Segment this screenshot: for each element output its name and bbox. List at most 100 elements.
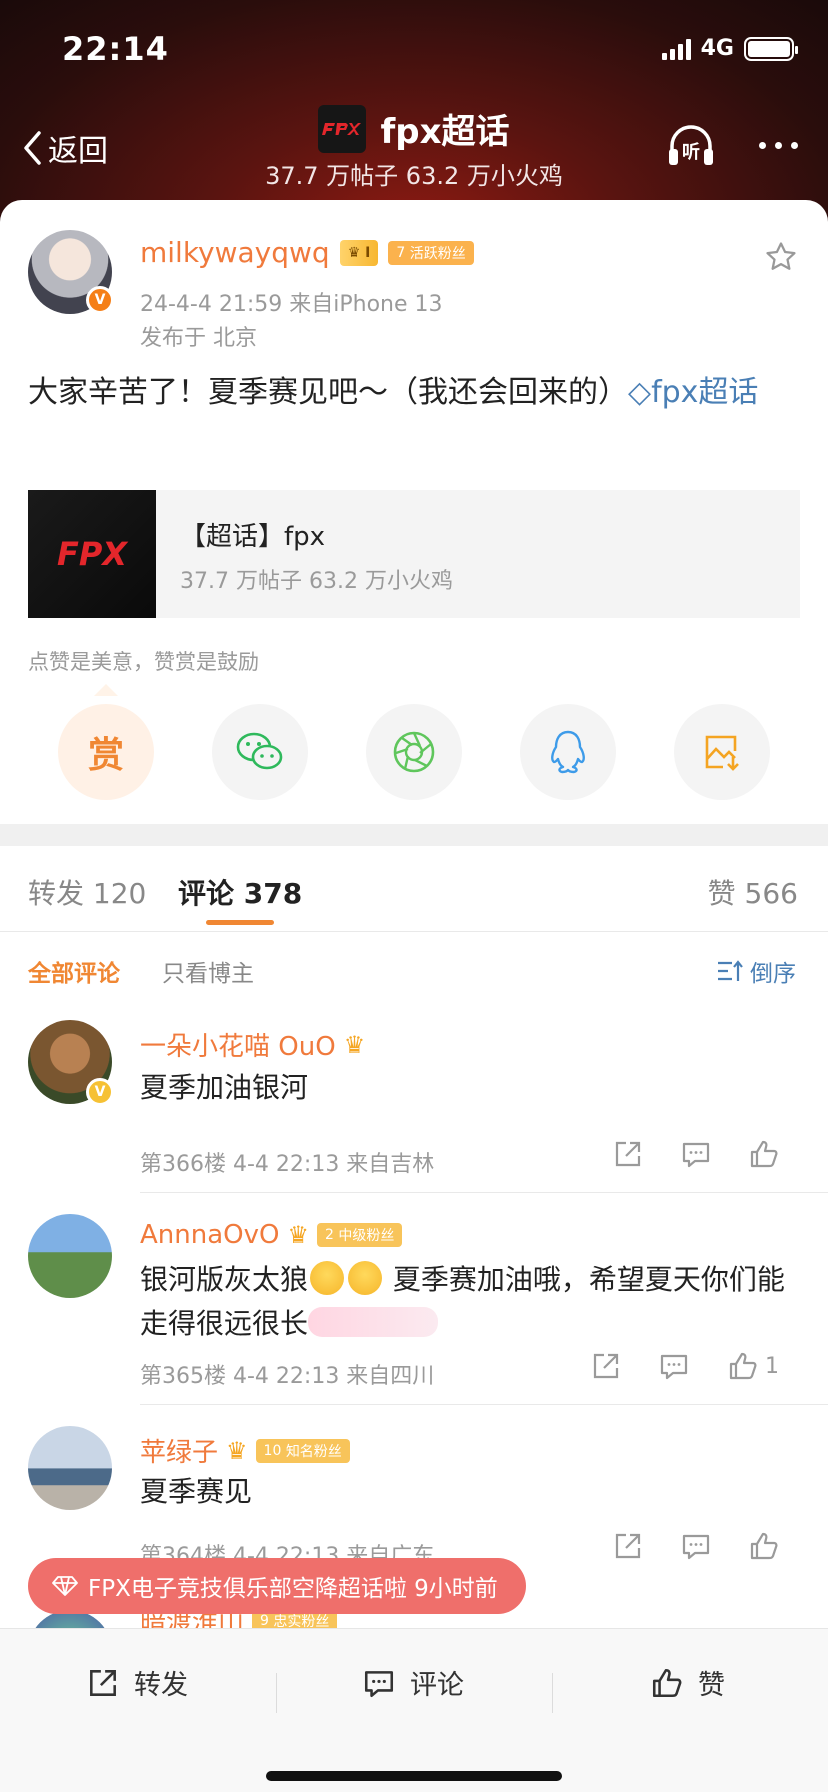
comment-repost-button[interactable]: [572, 1350, 640, 1382]
post-text: 大家辛苦了！夏季赛见吧～（我还会回来的）: [28, 375, 628, 410]
reward-pointer: [94, 684, 118, 696]
crown-icon: ♛: [343, 1030, 366, 1059]
fan-level-badge: 10 知名粉丝: [255, 1438, 350, 1463]
network-type: 4G: [700, 36, 734, 61]
comment-reply-button[interactable]: [662, 1530, 730, 1562]
sticker-image: [308, 1307, 439, 1337]
more-menu-button[interactable]: [759, 142, 798, 149]
post-card: V milkywayqwq ♛ I 7 活跃粉丝 24-4-4 21:59 来自…: [0, 200, 828, 824]
crown-icon: ♛: [287, 1221, 309, 1249]
comment-actions: [594, 1530, 798, 1562]
page-title: fpx超话: [380, 112, 510, 152]
home-indicator: [266, 1771, 562, 1781]
share-moments-button[interactable]: [366, 704, 462, 800]
tab-repost[interactable]: 转发 120: [28, 872, 146, 912]
tab-active-indicator: [206, 920, 274, 925]
topic-notification-toast[interactable]: FPX电子竞技俱乐部空降超话啦 9小时前: [28, 1558, 526, 1614]
topic-header: 22:14 4G 返回 fpx超话 37.7 万帖子 63.2 万小火鸡 听: [0, 0, 828, 230]
crying-emoji-icon: [310, 1261, 345, 1295]
comment-icon: [682, 1534, 710, 1560]
favorite-button[interactable]: [764, 240, 798, 278]
sort-button[interactable]: 倒序: [716, 954, 796, 988]
comment-like-button[interactable]: [730, 1138, 798, 1170]
share-out-icon: [615, 1141, 641, 1167]
topic-card[interactable]: FPX 【超话】fpx 37.7 万帖子 63.2 万小火鸡: [28, 490, 800, 618]
comment-divider: [140, 1404, 828, 1405]
comment-icon: [660, 1354, 688, 1380]
comment-button[interactable]: 评论: [362, 1663, 464, 1702]
comment-reply-button[interactable]: [640, 1350, 708, 1382]
bar-separator: [552, 1673, 553, 1713]
star-icon: [766, 242, 796, 270]
comment-meta: 第366楼 4-4 22:13 来自吉林: [140, 1152, 435, 1177]
share-row: 赏: [58, 704, 770, 800]
comment-like-button[interactable]: 1: [708, 1350, 798, 1382]
share-out-icon: [90, 1669, 116, 1696]
comment-text: 夏季加油银河: [140, 1071, 309, 1104]
member-crown-badge: ♛ I: [339, 239, 379, 266]
aperture-icon: [393, 731, 435, 773]
comment-author[interactable]: 一朵小花喵 OuO ♛: [140, 1026, 365, 1063]
verified-badge-icon: V: [86, 1078, 114, 1106]
avatar[interactable]: [28, 1426, 112, 1510]
repost-button[interactable]: 转发: [86, 1663, 188, 1702]
comment-meta: 第365楼 4-4 22:13 来自四川: [140, 1364, 435, 1389]
comment-icon: [364, 1670, 394, 1697]
bar-separator: [276, 1673, 277, 1713]
signal-icon: [661, 38, 691, 60]
crying-emoji-icon: [348, 1261, 383, 1295]
thumbs-up-icon: [750, 1532, 778, 1560]
share-qq-button[interactable]: [520, 704, 616, 800]
comment-author[interactable]: AnnnaOvO ♛ 2 中级粉丝: [140, 1220, 403, 1250]
crown-icon: ♛: [226, 1436, 248, 1465]
thumbs-up-icon: [652, 1668, 682, 1697]
listen-button[interactable]: 听: [666, 122, 716, 172]
save-image-button[interactable]: [674, 704, 770, 800]
tab-likes[interactable]: 赞 566: [708, 872, 798, 912]
post-body: 大家辛苦了！夏季赛见吧～（我还会回来的）◇fpx超话: [28, 370, 798, 416]
battery-icon: [744, 36, 798, 61]
post-tabs: 转发 120 评论 378 赞 566: [0, 846, 828, 932]
comment-reply-button[interactable]: [662, 1138, 730, 1170]
post-timestamp: 24-4-4 21:59 来自iPhone 13: [140, 292, 443, 317]
filter-all-comments[interactable]: 全部评论: [28, 954, 120, 988]
bottom-action-bar: 转发 评论 赞: [0, 1628, 828, 1792]
status-indicators: 4G: [661, 36, 798, 61]
topic-link[interactable]: ◇fpx超话: [628, 375, 758, 410]
image-download-icon: [705, 735, 739, 771]
comment-repost-button[interactable]: [594, 1138, 662, 1170]
topic-card-stats: 37.7 万帖子 63.2 万小火鸡: [180, 569, 453, 594]
qq-penguin-icon: [551, 730, 585, 774]
fan-level-badge: 7 活跃粉丝: [388, 240, 474, 265]
share-wechat-button[interactable]: [212, 704, 308, 800]
comment-repost-button[interactable]: [594, 1530, 662, 1562]
fan-level-badge: 2 中级粉丝: [317, 1223, 403, 1247]
svg-text:FPX: FPX: [57, 535, 128, 573]
verified-badge-icon: V: [86, 286, 114, 314]
thumbs-up-icon: [729, 1352, 757, 1380]
thumbs-up-icon: [750, 1140, 778, 1168]
section-divider: [0, 824, 828, 846]
post-location: 发布于 北京: [140, 326, 257, 351]
sort-icon: [718, 960, 743, 981]
comment-author[interactable]: 苹绿子 ♛ 10 知名粉丝: [140, 1432, 350, 1469]
share-out-icon: [615, 1533, 641, 1559]
like-button[interactable]: 赞: [650, 1663, 725, 1702]
like-count: 1: [765, 1353, 779, 1379]
reward-button[interactable]: 赏: [58, 704, 154, 800]
filter-owner-only[interactable]: 只看博主: [162, 954, 254, 988]
comment-divider: [140, 1192, 828, 1193]
comment-actions: 1: [572, 1350, 798, 1382]
headphones-icon: 听: [669, 125, 713, 165]
fpx-logo-icon: [318, 104, 367, 153]
comment-like-button[interactable]: [730, 1530, 798, 1562]
comment-actions: [594, 1138, 798, 1170]
comment-icon: [682, 1142, 710, 1168]
topic-card-title: 【超话】fpx: [180, 522, 326, 552]
comment-filter-bar: 全部评论 只看博主 倒序: [0, 932, 828, 1002]
post-author-name: milkywayqwq: [140, 236, 330, 269]
diamond-icon: ◇: [628, 375, 652, 410]
tab-comments[interactable]: 评论 378: [178, 872, 302, 912]
avatar[interactable]: [28, 1214, 112, 1298]
post-author[interactable]: milkywayqwq ♛ I 7 活跃粉丝: [140, 236, 474, 269]
